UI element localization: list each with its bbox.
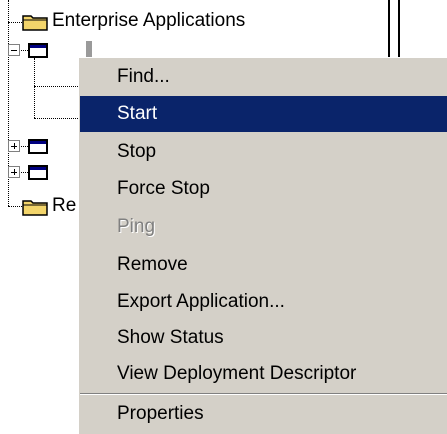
menu-item-ping: Ping [117,216,156,237]
tree-connector-line [34,86,78,87]
folder-icon [22,15,48,31]
menu-item-properties[interactable]: Properties [80,396,447,432]
pane-divider [388,0,400,60]
tree-connector-line [34,58,35,118]
tree-connector-line [34,118,78,119]
application-icon [28,43,48,58]
expand-toggle-icon[interactable] [8,140,20,152]
tree-connector-line [8,206,22,207]
context-menu: Find... Start Stop Force Stop Ping Remov… [78,57,447,434]
menu-item-remove[interactable]: Remove [80,247,447,283]
expand-toggle-icon[interactable] [8,166,20,178]
menu-item-find[interactable]: Find... [80,59,447,95]
collapse-toggle-icon[interactable] [8,44,20,56]
tree-node-enterprise-applications[interactable]: Enterprise Applications [52,10,245,32]
menu-item-start[interactable]: Start [80,96,447,132]
menu-item-stop[interactable]: Stop [80,134,447,170]
menu-item-export-application[interactable]: Export Application... [80,284,447,320]
menu-item-show-status[interactable]: Show Status [80,320,447,356]
folder-icon [22,200,48,216]
menu-item-view-deployment-descriptor[interactable]: View Deployment Descriptor [80,356,447,392]
tree-connector-line [8,22,22,23]
menu-item-force-stop[interactable]: Force Stop [80,171,447,207]
application-icon [28,139,48,154]
menu-separator [80,393,447,395]
application-icon [28,165,48,180]
tree-node-resources[interactable]: Re [52,195,76,217]
